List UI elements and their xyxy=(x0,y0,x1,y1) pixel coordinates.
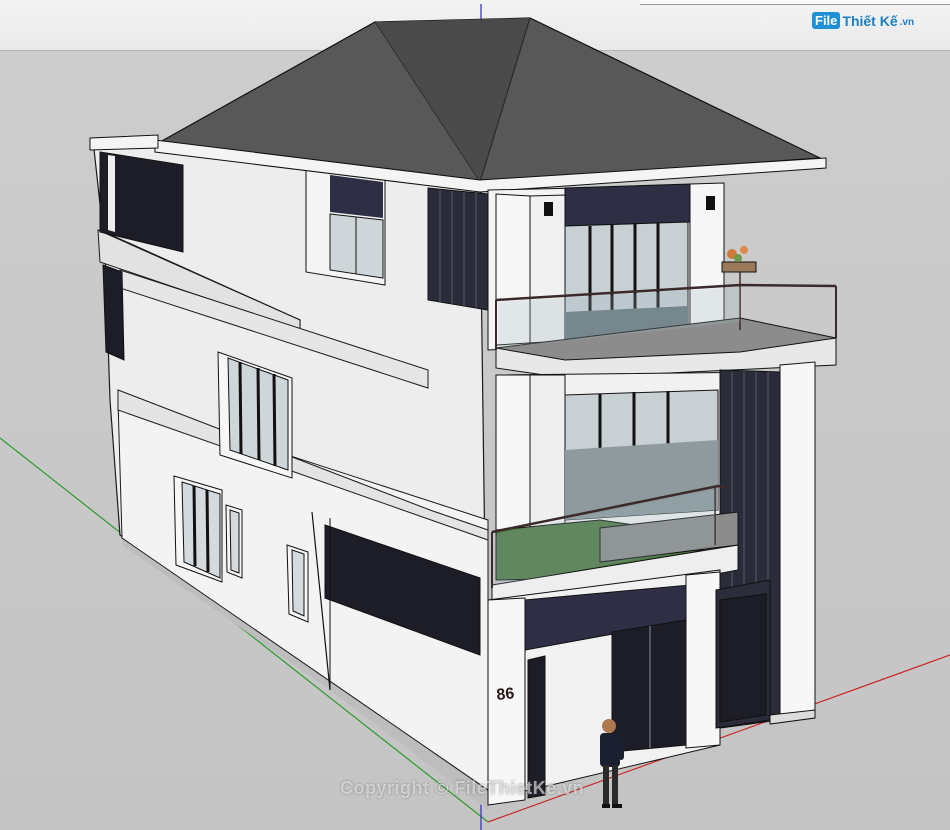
louvre-strip xyxy=(427,187,489,311)
gate-side xyxy=(527,655,546,799)
site-logo: File Thiết Kế .vn xyxy=(812,12,914,29)
logo-tld: .vn xyxy=(899,16,915,28)
planter xyxy=(721,261,757,273)
lamp-icon xyxy=(544,202,553,216)
house-model[interactable]: 86 xyxy=(0,0,950,830)
gate-pillar xyxy=(685,571,721,749)
parapet-cap xyxy=(89,134,159,151)
logo-mark: File xyxy=(812,12,841,29)
lamp-icon xyxy=(706,196,715,210)
logo-name: Thiết Kế xyxy=(842,12,898,29)
side-gate xyxy=(719,593,767,723)
main-gate xyxy=(611,619,687,753)
window-panel-top xyxy=(330,175,383,218)
lintel-panel xyxy=(564,183,691,227)
house-number: 86 xyxy=(496,685,516,704)
window-side-slot xyxy=(102,264,125,361)
copyright-watermark: Copyright © FileThietKe.vn xyxy=(340,778,585,798)
right-column-tall xyxy=(779,361,816,717)
